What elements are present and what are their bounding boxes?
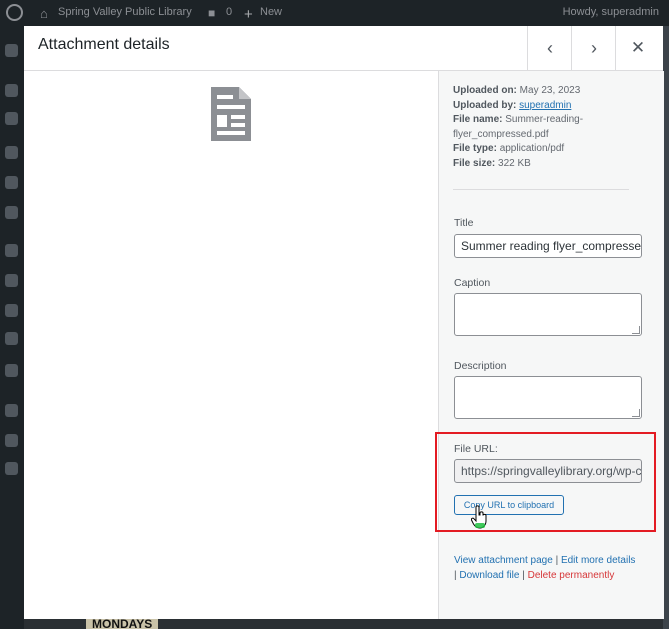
file-details: Uploaded on: May 23, 2023 Uploaded by: s…	[453, 84, 643, 172]
settings-icon[interactable]	[5, 364, 18, 377]
poster-text: MONDAYS	[86, 619, 159, 629]
close-icon: ✕	[630, 38, 646, 57]
comment-icon[interactable]: ■	[208, 6, 215, 20]
view-attachment-page-link[interactable]: View attachment page	[454, 555, 553, 566]
delete-permanently-link[interactable]: Delete permanently	[528, 570, 615, 581]
attachment-preview	[24, 71, 438, 619]
chevron-right-icon: ›	[591, 38, 597, 58]
divider	[453, 189, 629, 190]
plus-icon[interactable]: +	[244, 6, 253, 23]
close-button[interactable]: ✕	[615, 26, 660, 70]
admin-sidebar	[0, 26, 24, 629]
gear-icon[interactable]	[5, 404, 18, 417]
attachment-actions: View attachment page | Edit more details…	[454, 553, 652, 583]
wordpress-logo-icon[interactable]	[6, 4, 23, 21]
description-textarea[interactable]	[454, 376, 642, 419]
pages-icon[interactable]	[5, 146, 18, 159]
file-type-row: File type: application/pdf	[453, 143, 565, 155]
modal-header: Attachment details ‹ › ✕	[24, 26, 663, 71]
comments-icon[interactable]	[5, 176, 18, 189]
chevron-left-icon: ‹	[547, 38, 553, 58]
dashboard-icon[interactable]	[5, 44, 18, 57]
attachment-info-panel: Uploaded on: May 23, 2023 Uploaded by: s…	[438, 71, 664, 619]
document-icon	[211, 87, 251, 141]
title-input[interactable]: Summer reading flyer_compressed	[454, 234, 642, 258]
caption-label: Caption	[454, 277, 491, 289]
tools-icon[interactable]	[5, 332, 18, 345]
appearance-icon[interactable]	[5, 244, 18, 257]
uploaded-by-row: Uploaded by: superadmin	[453, 99, 572, 111]
next-button[interactable]: ›	[571, 26, 616, 70]
uploader-link[interactable]: superadmin	[519, 100, 571, 111]
plugin-d-icon[interactable]	[5, 434, 18, 447]
previous-button[interactable]: ‹	[527, 26, 572, 70]
play-icon[interactable]	[5, 462, 18, 475]
users-icon[interactable]	[5, 304, 18, 317]
site-name-link[interactable]: Spring Valley Public Library	[58, 6, 192, 18]
download-file-link[interactable]: Download file	[459, 570, 519, 581]
admin-bar: ⌂ Spring Valley Public Library ■ 0 + New…	[0, 0, 669, 26]
comment-count: 0	[226, 6, 233, 18]
caption-textarea[interactable]	[454, 293, 642, 336]
hand-cursor-icon	[471, 505, 487, 529]
link-separator: |	[522, 570, 525, 581]
posts-icon[interactable]	[5, 84, 18, 97]
uploaded-on-row: Uploaded on: May 23, 2023	[453, 85, 581, 96]
backdrop-bottom: MONDAYS	[24, 619, 663, 629]
file-name-row: File name: Summer-reading-flyer_compress…	[453, 114, 584, 140]
title-label: Title	[454, 217, 474, 229]
media-icon[interactable]	[5, 112, 18, 125]
new-content-link[interactable]: New	[260, 6, 282, 18]
plugins-icon[interactable]	[5, 274, 18, 287]
edit-more-details-link[interactable]: Edit more details	[561, 555, 635, 566]
link-separator: |	[454, 570, 457, 581]
pin-icon[interactable]	[5, 206, 18, 219]
howdy-user-link[interactable]: Howdy, superadmin	[563, 6, 659, 18]
home-icon[interactable]: ⌂	[40, 6, 48, 21]
description-label: Description	[454, 360, 507, 372]
file-size-row: File size: 322 KB	[453, 157, 531, 169]
link-separator: |	[555, 555, 559, 566]
modal-title: Attachment details	[38, 36, 170, 53]
highlight-box	[435, 432, 656, 532]
